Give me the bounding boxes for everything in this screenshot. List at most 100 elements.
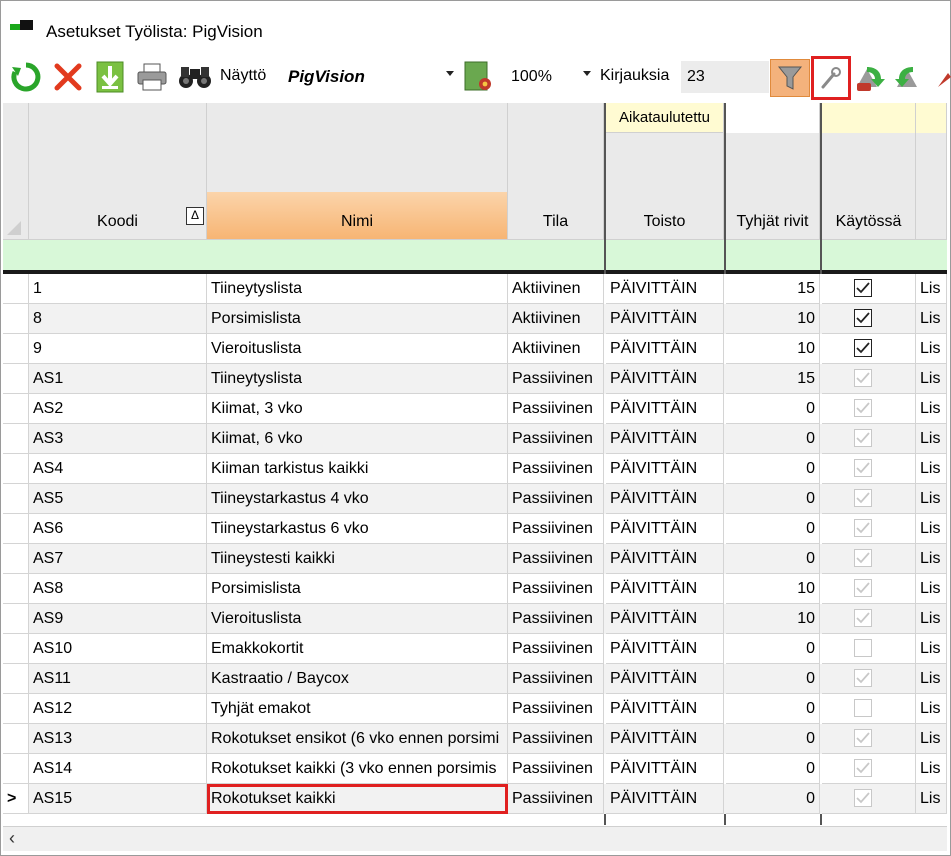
cell-tila[interactable]: Passiivinen	[508, 454, 604, 484]
cell-tila[interactable]: Passiivinen	[508, 694, 604, 724]
cell-koodi[interactable]: AS4	[29, 454, 207, 484]
cell-tyhjat[interactable]: 0	[726, 694, 820, 724]
cell-tyhjat[interactable]: 0	[726, 634, 820, 664]
cell-kaytossa[interactable]	[822, 304, 916, 334]
row-selector[interactable]	[3, 514, 29, 544]
cell-tila[interactable]: Passiivinen	[508, 634, 604, 664]
cell-koodi[interactable]: AS9	[29, 604, 207, 634]
cell-tila[interactable]: Passiivinen	[508, 544, 604, 574]
cell-tila[interactable]: Passiivinen	[508, 604, 604, 634]
cell-tyhjat[interactable]: 10	[726, 604, 820, 634]
row-selector[interactable]	[3, 334, 29, 364]
cell-extra[interactable]: Lis	[916, 454, 947, 484]
row-selector[interactable]	[3, 574, 29, 604]
kaytossa-checkbox[interactable]	[854, 489, 872, 507]
kaytossa-checkbox[interactable]	[854, 309, 872, 327]
cell-nimi[interactable]: Tiineystarkastus 4 vko	[207, 484, 508, 514]
cell-nimi[interactable]: Kiimat, 3 vko	[207, 394, 508, 424]
row-selector[interactable]	[3, 424, 29, 454]
cell-tyhjat[interactable]: 0	[726, 664, 820, 694]
cell-nimi[interactable]: Porsimislista	[207, 304, 508, 334]
kaytossa-checkbox[interactable]	[854, 519, 872, 537]
cell-koodi[interactable]: AS3	[29, 424, 207, 454]
table-row[interactable]: 9 Vieroituslista Aktiivinen PÄIVITTÄIN 10 Lis	[3, 334, 947, 364]
cell-tila[interactable]: Passiivinen	[508, 394, 604, 424]
row-selector[interactable]	[3, 304, 29, 334]
row-selector[interactable]	[3, 454, 29, 484]
cell-kaytossa[interactable]	[822, 544, 916, 574]
cell-koodi[interactable]: AS13	[29, 724, 207, 754]
table-row[interactable]: AS2 Kiimat, 3 vko Passiivinen PÄIVITTÄIN 0 Li…	[3, 394, 947, 424]
cell-tila[interactable]: Aktiivinen	[508, 304, 604, 334]
cell-tila[interactable]: Passiivinen	[508, 724, 604, 754]
cell-nimi[interactable]: Vieroituslista	[207, 334, 508, 364]
kaytossa-checkbox[interactable]	[854, 729, 872, 747]
cell-kaytossa[interactable]	[822, 724, 916, 754]
export-arrow-icon[interactable]	[892, 57, 928, 97]
cell-extra[interactable]: Lis	[916, 604, 947, 634]
cell-kaytossa[interactable]	[822, 274, 916, 304]
cell-toisto[interactable]: PÄIVITTÄIN	[606, 754, 724, 784]
kaytossa-checkbox[interactable]	[854, 399, 872, 417]
cell-toisto[interactable]: PÄIVITTÄIN	[606, 724, 724, 754]
cell-nimi[interactable]: Emakkokortit	[207, 634, 508, 664]
kaytossa-checkbox[interactable]	[854, 669, 872, 687]
cell-koodi[interactable]: AS2	[29, 394, 207, 424]
refresh-icon[interactable]	[8, 57, 44, 97]
cell-koodi[interactable]: AS14	[29, 754, 207, 784]
kaytossa-checkbox[interactable]	[854, 339, 872, 357]
cell-extra[interactable]: Lis	[916, 484, 947, 514]
printer-icon[interactable]	[134, 57, 170, 97]
row-selector[interactable]	[3, 274, 29, 304]
cell-tila[interactable]: Passiivinen	[508, 514, 604, 544]
cell-extra[interactable]: Lis	[916, 364, 947, 394]
cell-tyhjat[interactable]: 0	[726, 514, 820, 544]
cell-extra[interactable]: Lis	[916, 574, 947, 604]
cell-kaytossa[interactable]	[822, 514, 916, 544]
cell-koodi[interactable]: AS11	[29, 664, 207, 694]
cell-tyhjat[interactable]: 0	[726, 784, 820, 814]
column-header-tyhjat[interactable]: Tyhjät rivit	[724, 103, 820, 240]
cell-toisto[interactable]: PÄIVITTÄIN	[606, 604, 724, 634]
cell-kaytossa[interactable]	[822, 784, 916, 814]
cell-tila[interactable]: Passiivinen	[508, 484, 604, 514]
cell-tila[interactable]: Passiivinen	[508, 664, 604, 694]
cell-tila[interactable]: Aktiivinen	[508, 334, 604, 364]
cell-tyhjat[interactable]: 10	[726, 574, 820, 604]
cell-koodi[interactable]: 1	[29, 274, 207, 304]
kaytossa-checkbox[interactable]	[854, 759, 872, 777]
cell-koodi[interactable]: AS1	[29, 364, 207, 394]
cell-tyhjat[interactable]: 15	[726, 274, 820, 304]
cell-extra[interactable]: Lis	[916, 694, 947, 724]
row-selector[interactable]	[3, 634, 29, 664]
cell-kaytossa[interactable]	[822, 634, 916, 664]
cell-koodi[interactable]: AS6	[29, 514, 207, 544]
cell-nimi[interactable]: Tiineystesti kaikki	[207, 544, 508, 574]
table-row[interactable]: AS1 Tiineytyslista Passiivinen PÄIVITTÄIN 15…	[3, 364, 947, 394]
cell-nimi[interactable]: Tiineytyslista	[207, 274, 508, 304]
kaytossa-checkbox[interactable]	[854, 699, 872, 717]
cell-extra[interactable]: Lis	[916, 634, 947, 664]
table-row[interactable]: AS14 Rokotukset kaikki (3 vko ennen porsi…	[3, 754, 947, 784]
kaytossa-checkbox[interactable]	[854, 429, 872, 447]
funnel-icon[interactable]	[770, 59, 810, 97]
row-selector[interactable]	[3, 484, 29, 514]
cell-kaytossa[interactable]	[822, 424, 916, 454]
cell-toisto[interactable]: PÄIVITTÄIN	[606, 304, 724, 334]
cell-tila[interactable]: Passiivinen	[508, 574, 604, 604]
kaytossa-checkbox[interactable]	[854, 369, 872, 387]
cell-extra[interactable]: Lis	[916, 394, 947, 424]
table-row[interactable]: AS11 Kastraatio / Baycox Passiivinen PÄIVIT…	[3, 664, 947, 694]
column-header-koodi[interactable]: Koodi Δ	[29, 103, 207, 240]
cell-tila[interactable]: Passiivinen	[508, 424, 604, 454]
table-row[interactable]: AS9 Vieroituslista Passiivinen PÄIVITTÄIN 10…	[3, 604, 947, 634]
view-select[interactable]: PigVision	[280, 61, 458, 93]
zoom-select[interactable]: 100%	[503, 61, 595, 93]
cell-toisto[interactable]: PÄIVITTÄIN	[606, 424, 724, 454]
cell-koodi[interactable]: AS12	[29, 694, 207, 724]
filter-row[interactable]	[3, 240, 947, 271]
cell-kaytossa[interactable]	[822, 484, 916, 514]
cell-tyhjat[interactable]: 0	[726, 424, 820, 454]
kaytossa-checkbox[interactable]	[854, 789, 872, 807]
cell-tyhjat[interactable]: 10	[726, 334, 820, 364]
